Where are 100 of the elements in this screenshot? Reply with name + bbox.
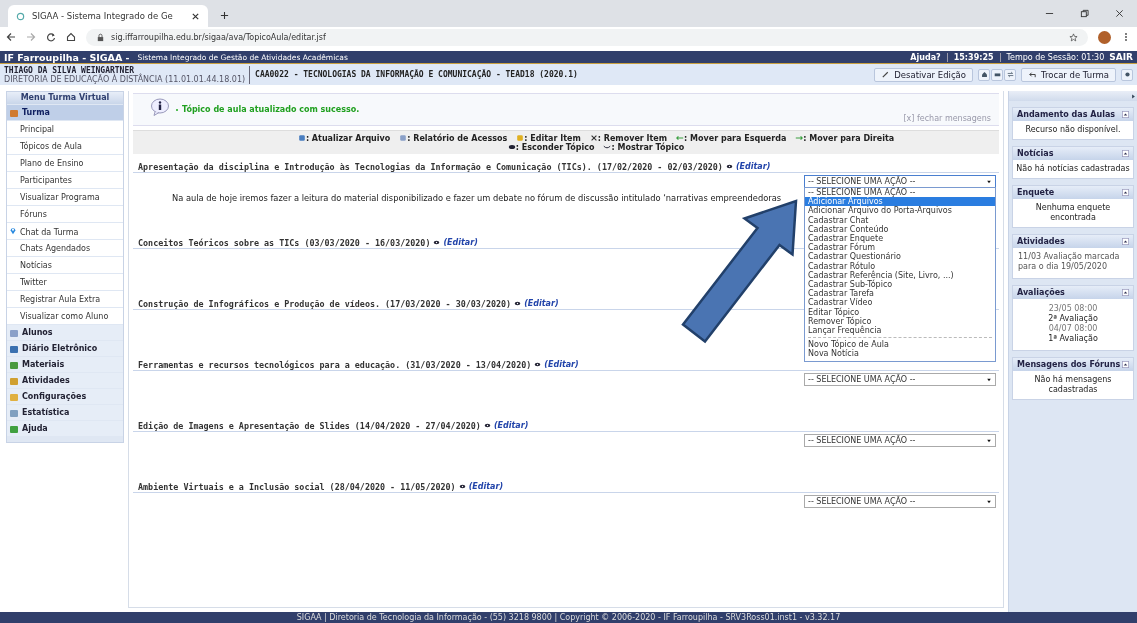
eye-icon[interactable] bbox=[514, 300, 522, 307]
eye-icon[interactable] bbox=[433, 239, 441, 246]
group-icon bbox=[9, 407, 19, 418]
collapse-icon[interactable] bbox=[1122, 238, 1129, 245]
dropdown-option[interactable]: Cadastrar Conteúdo bbox=[805, 224, 995, 234]
edit-link[interactable]: (Editar) bbox=[468, 482, 504, 491]
menu-item[interactable]: Fóruns bbox=[7, 206, 123, 222]
dropdown-option[interactable]: Cadastrar Chat bbox=[805, 215, 995, 225]
eye-icon[interactable] bbox=[534, 361, 542, 368]
dropdown-option[interactable]: Cadastrar Fórum bbox=[805, 243, 995, 253]
restore-icon[interactable] bbox=[1080, 9, 1089, 18]
legend-label: : Mover para Esquerda bbox=[684, 133, 787, 143]
menu-item[interactable]: Registrar Aula Extra bbox=[7, 291, 123, 307]
print-button[interactable] bbox=[991, 68, 1003, 81]
dropdown-option[interactable]: Cadastrar Rótulo bbox=[805, 261, 995, 271]
menu-group[interactable]: Configurações bbox=[7, 389, 123, 404]
event-title: 2ª Avaliação bbox=[1048, 314, 1098, 324]
edit-link[interactable]: (Editar) bbox=[493, 421, 529, 430]
collapse-icon[interactable] bbox=[1122, 150, 1129, 157]
dropdown-option[interactable]: Cadastrar Tarefa bbox=[805, 289, 995, 299]
dropdown-option[interactable]: Nova Notícia bbox=[805, 349, 995, 359]
menu-item[interactable]: Principal bbox=[7, 121, 123, 137]
edit-link[interactable]: (Editar) bbox=[443, 238, 478, 247]
dropdown-option[interactable]: Cadastrar Vídeo bbox=[805, 298, 995, 308]
home-button[interactable] bbox=[978, 68, 990, 81]
collapse-icon[interactable] bbox=[1122, 189, 1129, 196]
swap-button[interactable] bbox=[1004, 68, 1016, 81]
menu-group[interactable]: Turma bbox=[7, 105, 123, 120]
disable-edit-button[interactable]: Desativar Edição bbox=[874, 67, 973, 82]
eye-icon[interactable] bbox=[725, 163, 733, 170]
profile-avatar[interactable] bbox=[1098, 30, 1111, 44]
action-select[interactable]: -- SELECIONE UMA AÇÃO -- bbox=[804, 495, 996, 508]
reload-icon[interactable] bbox=[46, 32, 56, 42]
menu-group[interactable]: Estatística bbox=[7, 405, 123, 420]
dropdown-option[interactable]: Editar Tópico bbox=[805, 307, 995, 317]
edit-link[interactable]: (Editar) bbox=[735, 162, 771, 171]
edit-link[interactable]: (Editar) bbox=[544, 360, 579, 369]
logout-link[interactable]: SAIR bbox=[1109, 52, 1133, 62]
menu-group[interactable]: Atividades bbox=[7, 373, 123, 388]
new-tab-icon[interactable] bbox=[220, 11, 229, 20]
success-message: Tópico de aula atualizado com sucesso. bbox=[182, 105, 360, 114]
close-icon[interactable] bbox=[1115, 9, 1124, 18]
dropdown-option[interactable]: Adicionar Arquivo do Porta-Arquivos bbox=[805, 206, 995, 216]
menu-group[interactable]: Diário Eletrônico bbox=[7, 341, 123, 356]
dropdown-option[interactable]: Cadastrar Enquete bbox=[805, 234, 995, 244]
help-link[interactable]: Ajuda? bbox=[910, 52, 941, 62]
printer-icon bbox=[993, 71, 1001, 78]
menu-group[interactable]: Ajuda bbox=[7, 421, 123, 436]
event-title: 1ª Avaliação bbox=[1048, 334, 1098, 344]
topic-title: Ferramentas e recursos tecnológicos para a educação. (31/03/2020 - 13/04/2020) bbox=[138, 359, 532, 370]
legend-label: : Esconder Tópico bbox=[515, 142, 595, 152]
star-icon[interactable] bbox=[1069, 32, 1078, 42]
eye-icon[interactable] bbox=[458, 483, 466, 490]
menu-item[interactable]: Chats Agendados bbox=[7, 240, 123, 256]
group-icon bbox=[9, 107, 19, 118]
group-icon bbox=[9, 375, 19, 386]
collapse-icon[interactable] bbox=[1130, 92, 1137, 100]
gear-icon bbox=[1123, 71, 1131, 78]
browser-tab[interactable]: SIGAA - Sistema Integrado de Ge bbox=[8, 5, 208, 27]
menu-item[interactable]: Chat da Turma bbox=[7, 223, 123, 239]
info-icon bbox=[150, 97, 170, 116]
menu-title: Menu Turma Virtual bbox=[7, 92, 123, 104]
dropdown-option[interactable]: Remover Tópico bbox=[805, 316, 995, 327]
panel-text: Não há mensagens cadastradas bbox=[1034, 375, 1112, 394]
home-icon[interactable] bbox=[66, 32, 76, 42]
dropdown-option[interactable]: Cadastrar Questionário bbox=[805, 252, 995, 262]
panel-text: Nenhuma enquete encontrada bbox=[1035, 203, 1111, 222]
show-icon bbox=[603, 143, 612, 151]
action-select[interactable]: -- SELECIONE UMA AÇÃO -- bbox=[804, 373, 996, 386]
edit-link[interactable]: (Editar) bbox=[524, 299, 559, 308]
menu-group[interactable]: Materiais bbox=[7, 357, 123, 372]
close-icon[interactable] bbox=[191, 11, 200, 21]
collapse-icon[interactable] bbox=[1122, 289, 1129, 296]
menu-item[interactable]: Tópicos de Aula bbox=[7, 138, 123, 154]
group-icon bbox=[9, 423, 19, 434]
menu-group[interactable]: Alunos bbox=[7, 325, 123, 340]
menu-item[interactable]: Twitter bbox=[7, 274, 123, 290]
legend-label: : Mover para Direita bbox=[803, 133, 895, 143]
menu-item[interactable]: Notícias bbox=[7, 257, 123, 273]
collapse-icon[interactable] bbox=[1122, 111, 1129, 118]
menu-item[interactable]: Plano de Ensino bbox=[7, 155, 123, 171]
collapse-icon[interactable] bbox=[1122, 361, 1129, 368]
back-icon[interactable] bbox=[6, 32, 16, 42]
dropdown-option[interactable]: Cadastrar Sub-Tópico bbox=[805, 280, 995, 290]
menu-item[interactable]: Visualizar Programa bbox=[7, 189, 123, 205]
dropdown-option[interactable]: -- SELECIONE UMA AÇÃO -- bbox=[805, 188, 995, 198]
dropdown-option[interactable]: Cadastrar Referência (Site, Livro, ...) bbox=[805, 270, 995, 281]
dropdown-option[interactable]: Adicionar Arquivos bbox=[805, 197, 995, 207]
group-icon bbox=[9, 359, 19, 370]
address-bar[interactable]: sig.iffarroupilha.edu.br/sigaa/ava/TopicoAula/editar.jsf bbox=[86, 28, 1088, 46]
options-button[interactable] bbox=[1121, 68, 1133, 81]
dropdown-option[interactable]: Lançar Frequência bbox=[805, 326, 995, 336]
eye-icon[interactable] bbox=[483, 422, 491, 429]
menu-item[interactable]: Visualizar como Aluno bbox=[7, 308, 123, 324]
topic-description: Na aula de hoje iremos fazer a leitura do material disponibilizado e fazer um debate no fórum de discussão intitulado ‘narrativas empreendedoras bbox=[172, 193, 782, 203]
action-select[interactable]: -- SELECIONE UMA AÇÃO -- bbox=[804, 434, 996, 447]
dropdown-option[interactable]: Novo Tópico de Aula bbox=[805, 340, 995, 350]
switch-class-button[interactable]: Trocar de Turma bbox=[1021, 67, 1116, 82]
menu-item[interactable]: Participantes bbox=[7, 172, 123, 188]
location-pin-icon bbox=[9, 227, 17, 235]
